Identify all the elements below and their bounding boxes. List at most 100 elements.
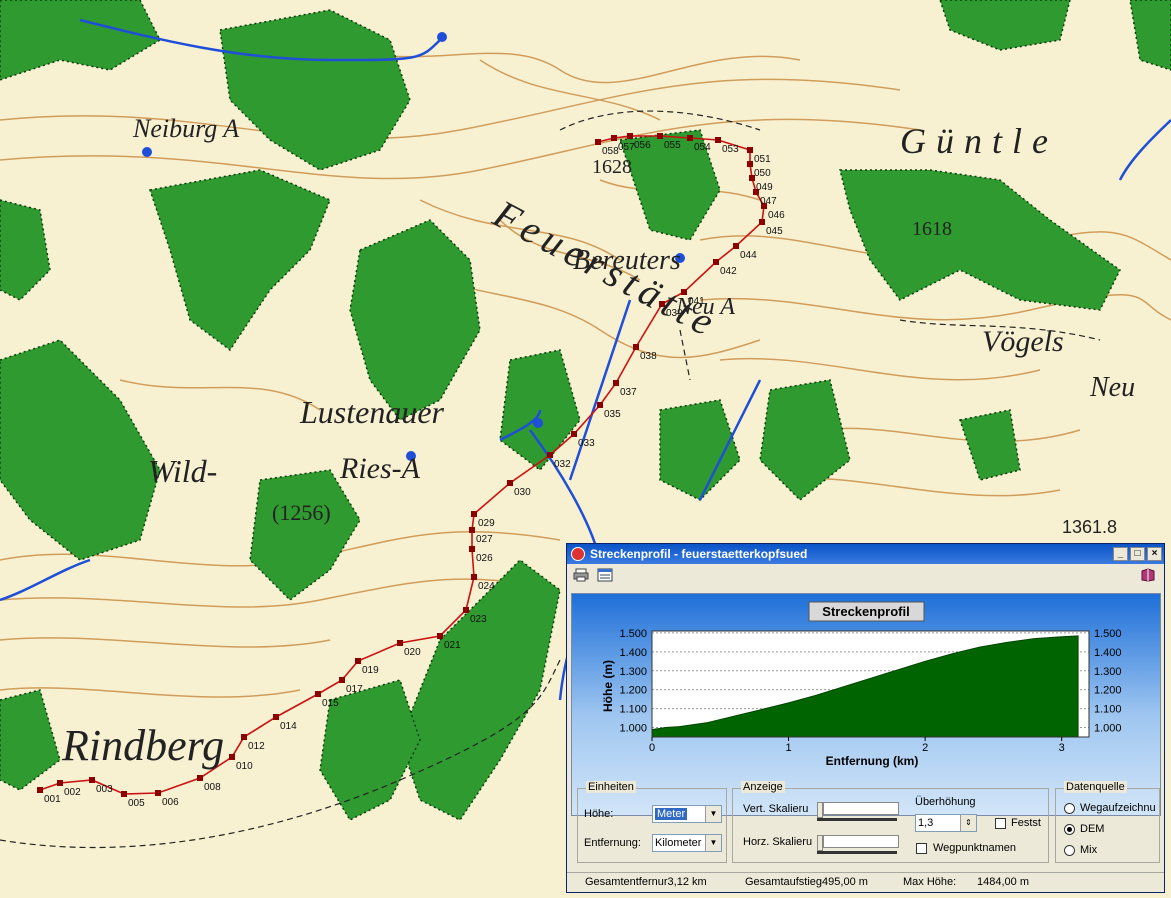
waypoint-label: 005 bbox=[128, 798, 145, 809]
waypoint-marker[interactable] bbox=[463, 607, 469, 613]
waypoint-marker[interactable] bbox=[469, 546, 475, 552]
radio-track[interactable] bbox=[1064, 803, 1075, 814]
y-tick-label: 1.400 bbox=[1094, 647, 1122, 659]
book-help-icon[interactable] bbox=[1140, 568, 1156, 582]
waypoint-marker[interactable] bbox=[687, 135, 693, 141]
waypoint-names-checkbox[interactable] bbox=[916, 843, 927, 854]
status-bar: Gesamtentfernur3,12 km Gesamtaufstieg495… bbox=[567, 872, 1164, 892]
waypoint-label: 055 bbox=[664, 140, 681, 151]
close-button[interactable]: × bbox=[1147, 547, 1162, 561]
waypoint-marker[interactable] bbox=[595, 139, 601, 145]
waypoint-marker[interactable] bbox=[571, 431, 577, 437]
waypoint-label: 044 bbox=[740, 250, 757, 261]
map-label-guentle: Güntle bbox=[900, 121, 1058, 161]
waypoint-marker[interactable] bbox=[627, 133, 633, 139]
waypoint-marker[interactable] bbox=[229, 754, 235, 760]
waypoint-label: 029 bbox=[478, 518, 495, 529]
waypoint-label: 047 bbox=[760, 196, 777, 207]
waypoint-marker[interactable] bbox=[155, 790, 161, 796]
waypoint-label: 051 bbox=[754, 154, 771, 165]
print-icon[interactable] bbox=[573, 568, 589, 582]
waypoint-marker[interactable] bbox=[611, 135, 617, 141]
waypoint-marker[interactable] bbox=[471, 511, 477, 517]
waypoint-label: 015 bbox=[322, 698, 339, 709]
waypoint-names-label: Wegpunktnamen bbox=[933, 842, 1016, 854]
height-unit-value: Meter bbox=[655, 808, 688, 820]
waypoint-marker[interactable] bbox=[733, 243, 739, 249]
waypoint-marker[interactable] bbox=[241, 734, 247, 740]
waypoint-label: 027 bbox=[476, 534, 493, 545]
waypoint-marker[interactable] bbox=[759, 219, 765, 225]
distance-unit-value: Kilometer bbox=[655, 837, 702, 849]
waypoint-label: 014 bbox=[280, 721, 297, 732]
radio-dem[interactable] bbox=[1064, 824, 1075, 835]
waypoint-marker[interactable] bbox=[613, 380, 619, 386]
y-tick-label: 1.300 bbox=[619, 666, 647, 678]
waypoint-label: 010 bbox=[236, 761, 253, 772]
fixed-checkbox[interactable] bbox=[995, 818, 1006, 829]
profile-window[interactable]: Streckenprofil - feuerstaetterkopfsued _… bbox=[566, 543, 1165, 893]
chart-title-box: Streckenprofil bbox=[808, 601, 925, 622]
chart-title: Streckenprofil bbox=[822, 604, 909, 619]
waypoint-marker[interactable] bbox=[597, 402, 603, 408]
waypoint-label: 037 bbox=[620, 387, 637, 398]
window-title: Streckenprofil - feuerstaetterkopfsued bbox=[590, 547, 808, 561]
minimize-button[interactable]: _ bbox=[1113, 547, 1128, 561]
units-panel: Einheiten Höhe: Meter ▼ Entfernung: Kilo… bbox=[577, 781, 727, 863]
x-tick-label: 0 bbox=[649, 742, 655, 754]
display-legend: Anzeige bbox=[741, 781, 785, 793]
chevron-down-icon[interactable]: ▼ bbox=[705, 835, 721, 851]
distance-unit-select[interactable]: Kilometer ▼ bbox=[652, 834, 722, 852]
waypoint-marker[interactable] bbox=[471, 574, 477, 580]
horizontal-scale-slider[interactable] bbox=[817, 835, 899, 854]
waypoint-marker[interactable] bbox=[507, 480, 513, 486]
waypoint-marker[interactable] bbox=[657, 133, 663, 139]
waypoint-marker[interactable] bbox=[197, 775, 203, 781]
waypoint-label: 049 bbox=[756, 182, 773, 193]
map-label-neu: Neu bbox=[1090, 372, 1136, 403]
y-tick-label: 1.000 bbox=[619, 723, 647, 735]
vertical-scale-slider[interactable] bbox=[817, 802, 899, 821]
data-source-panel: Datenquelle Wegaufzeichnu DEM Mix bbox=[1055, 781, 1160, 863]
waypoint-marker[interactable] bbox=[37, 787, 43, 793]
waypoint-marker[interactable] bbox=[713, 259, 719, 265]
waypoint-label: 046 bbox=[768, 210, 785, 221]
waypoint-label: 023 bbox=[470, 614, 487, 625]
waypoint-marker[interactable] bbox=[633, 344, 639, 350]
waypoint-label: 038 bbox=[640, 351, 657, 362]
distance-unit-label: Entfernung: bbox=[584, 837, 641, 849]
waypoint-label: 012 bbox=[248, 741, 265, 752]
x-axis: 0 1 2 3 bbox=[649, 737, 1065, 754]
waypoint-label: 030 bbox=[514, 487, 531, 498]
x-tick-label: 2 bbox=[922, 742, 928, 754]
waypoint-marker[interactable] bbox=[315, 691, 321, 697]
exaggeration-input[interactable]: 1,3 ⇕ bbox=[915, 814, 977, 832]
y-axis-left: 1.000 1.100 1.200 1.300 1.400 1.500 bbox=[619, 628, 647, 735]
fixed-label: Festst bbox=[1011, 817, 1041, 829]
waypoint-marker[interactable] bbox=[747, 147, 753, 153]
waypoint-marker[interactable] bbox=[437, 633, 443, 639]
waypoint-marker[interactable] bbox=[715, 137, 721, 143]
waypoint-marker[interactable] bbox=[547, 452, 553, 458]
waypoint-marker[interactable] bbox=[57, 780, 63, 786]
chevron-down-icon[interactable]: ▼ bbox=[705, 806, 721, 822]
max-height-value: 1484,00 m bbox=[977, 876, 1029, 888]
waypoint-marker[interactable] bbox=[121, 791, 127, 797]
waypoint-marker[interactable] bbox=[339, 677, 345, 683]
spinner-icon[interactable]: ⇕ bbox=[960, 815, 976, 831]
waypoint-marker[interactable] bbox=[355, 658, 361, 664]
waypoint-label: 008 bbox=[204, 782, 221, 793]
window-titlebar[interactable]: Streckenprofil - feuerstaetterkopfsued _… bbox=[567, 544, 1164, 564]
height-unit-select[interactable]: Meter ▼ bbox=[652, 805, 722, 823]
waypoint-label: 001 bbox=[44, 794, 61, 805]
waypoint-marker[interactable] bbox=[469, 527, 475, 533]
waypoint-label: 017 bbox=[346, 684, 363, 695]
table-view-icon[interactable] bbox=[597, 568, 613, 582]
waypoint-marker[interactable] bbox=[273, 714, 279, 720]
waypoint-marker[interactable] bbox=[747, 161, 753, 167]
waypoint-marker[interactable] bbox=[397, 640, 403, 646]
exaggeration-value: 1,3 bbox=[918, 817, 934, 829]
waypoint-marker[interactable] bbox=[89, 777, 95, 783]
radio-mix[interactable] bbox=[1064, 845, 1075, 856]
maximize-button[interactable]: □ bbox=[1130, 547, 1145, 561]
